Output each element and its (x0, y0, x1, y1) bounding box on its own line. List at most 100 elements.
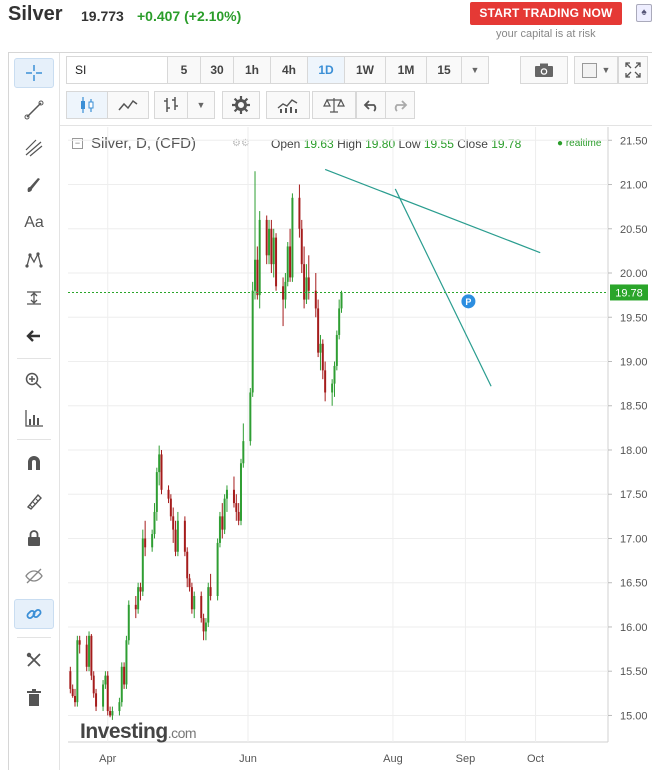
candle-body (314, 290, 317, 309)
camera-icon[interactable] (520, 56, 568, 84)
candle-body (300, 228, 303, 265)
candle-body (183, 520, 186, 552)
y-tick-label: 18.50 (620, 401, 648, 413)
y-tick-label: 19.00 (620, 356, 648, 368)
pattern-icon[interactable] (14, 245, 54, 275)
candle-body (317, 308, 320, 353)
candles-icon[interactable] (66, 91, 108, 119)
interval-dropdown[interactable]: ▼ (461, 56, 489, 84)
y-tick-label: 21.00 (620, 180, 648, 192)
redo-icon[interactable] (385, 91, 415, 119)
y-tick-label: 19.50 (620, 312, 648, 324)
candle-body (118, 702, 121, 712)
y-tick-label: 21.50 (620, 135, 648, 147)
candle-body (275, 237, 278, 287)
candle-body (289, 246, 292, 278)
candle-body (85, 644, 88, 667)
color-square-icon[interactable]: ▼ (574, 56, 618, 84)
text-icon[interactable]: Aa (14, 208, 54, 238)
interval-15[interactable]: 15 (426, 56, 462, 84)
candle-body (167, 489, 170, 499)
arrow-left-icon[interactable] (14, 321, 54, 351)
candle-body (92, 675, 95, 694)
notification-icon[interactable]: ♠ (636, 4, 652, 22)
symbol-input[interactable]: SI (66, 56, 170, 84)
start-trading-button[interactable]: START TRADING NOW (470, 2, 622, 25)
candle-body (155, 472, 158, 512)
investing-logo: Investing.com (80, 720, 197, 743)
link-icon[interactable] (14, 599, 54, 629)
candle-body (172, 516, 175, 530)
interval-1m[interactable]: 1M (385, 56, 427, 84)
candle-body (174, 529, 177, 552)
price-chart[interactable]: 15.00 15.50 16.00 16.50 17.00 17.50 18.00 18.50… (62, 127, 652, 770)
settings-gear-icon[interactable] (222, 91, 260, 119)
interval-1w[interactable]: 1W (344, 56, 386, 84)
candle-body (223, 498, 226, 530)
candle-body (242, 441, 245, 464)
candle-body (151, 534, 154, 548)
volume-profile-icon[interactable] (14, 403, 54, 433)
candle-body (338, 308, 341, 335)
interval-1d[interactable]: 1D (307, 56, 345, 84)
candle-body (291, 197, 294, 278)
candle-body (298, 197, 301, 229)
candle-body (78, 640, 81, 645)
y-tick-label: 20.50 (620, 224, 648, 236)
chart-toolbar: SI 5 30 1h 4h 1D 1W 1M 15 ▼ ▼ ▼ (60, 53, 652, 126)
candle-body (106, 675, 109, 712)
fullscreen-icon[interactable] (618, 56, 648, 84)
candle-body (69, 671, 72, 689)
candle-body (237, 511, 240, 521)
y-tick-label: 15.00 (620, 710, 648, 722)
undo-icon[interactable] (356, 91, 386, 119)
candle-body (102, 684, 105, 707)
candle-body (104, 675, 107, 685)
pitchfork-icon[interactable] (14, 133, 54, 163)
candle-body (333, 365, 336, 384)
candle-body (270, 228, 273, 265)
candle-body (95, 693, 98, 707)
bar-chart-icon[interactable] (154, 91, 188, 119)
candle-body (258, 219, 261, 296)
trend-line (324, 168, 541, 254)
brush-icon[interactable] (14, 170, 54, 200)
trend-line-icon[interactable] (14, 95, 54, 125)
lock-icon[interactable] (14, 523, 54, 553)
trash-icon[interactable] (14, 683, 54, 713)
candle-body (200, 595, 203, 619)
candle-body (209, 587, 212, 596)
candle-body (268, 228, 271, 256)
candle-body (120, 666, 123, 703)
candle-body (160, 454, 163, 490)
price-change: +0.407 (+2.10%) (137, 8, 242, 24)
measure-icon[interactable] (14, 283, 54, 313)
candle-body (216, 542, 219, 596)
x-tick-label: Oct (527, 753, 544, 765)
line-chart-icon[interactable] (107, 91, 149, 119)
remove-tools-icon[interactable] (14, 645, 54, 675)
indicators-icon[interactable] (266, 91, 310, 119)
interval-30[interactable]: 30 (200, 56, 234, 84)
chart-type-dropdown[interactable]: ▼ (187, 91, 215, 119)
y-tick-label: 17.50 (620, 489, 648, 501)
hide-icon[interactable] (14, 561, 54, 591)
magnet-icon[interactable] (14, 448, 54, 478)
y-tick-label: 18.00 (620, 445, 648, 457)
stay-in-drawing-icon[interactable] (14, 486, 54, 516)
interval-1h[interactable]: 1h (233, 56, 271, 84)
x-tick-label: Sep (456, 753, 476, 765)
zoom-icon[interactable] (14, 366, 54, 396)
candle-body (218, 516, 221, 543)
candle-body (141, 538, 144, 592)
crosshair-icon[interactable] (14, 58, 54, 88)
candle-body (137, 587, 140, 610)
compare-icon[interactable] (312, 91, 356, 119)
candle-body (144, 538, 147, 548)
interval-5[interactable]: 5 (167, 56, 201, 84)
y-tick-label: 20.00 (620, 268, 648, 280)
y-tick-label: 16.00 (620, 622, 648, 634)
candle-body (74, 695, 77, 703)
interval-4h[interactable]: 4h (270, 56, 308, 84)
candle-body (186, 551, 189, 579)
